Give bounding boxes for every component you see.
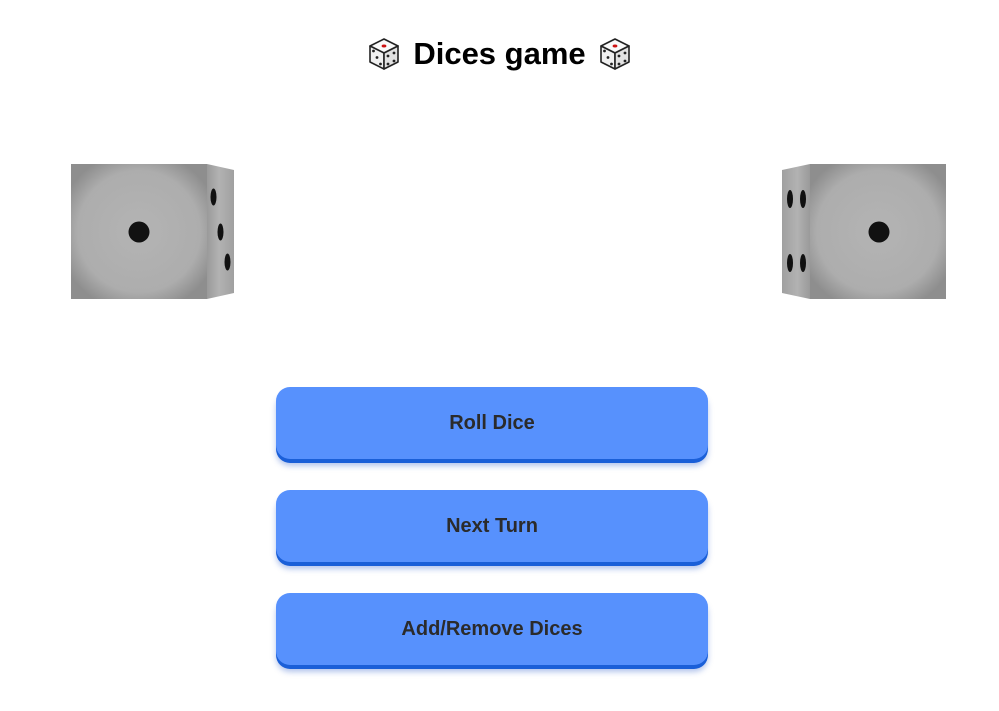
- next-turn-button[interactable]: Next Turn: [276, 490, 708, 562]
- die-pip: [128, 221, 150, 243]
- die-pip: [787, 190, 793, 208]
- die-pip: [868, 221, 890, 243]
- die-pip: [210, 188, 217, 206]
- page-title-text: Dices game: [413, 36, 586, 71]
- roll-dice-button[interactable]: Roll Dice: [276, 387, 708, 459]
- page-title: Dices game: [0, 30, 999, 78]
- die-pip: [800, 190, 806, 208]
- die-icon: [598, 37, 632, 71]
- game-page: Dices game Roll Dice Next Turn Add/Remov…: [0, 0, 999, 711]
- die-icon: [367, 37, 401, 71]
- die-pip: [787, 254, 793, 272]
- die-pip: [224, 253, 231, 271]
- die-pip: [217, 223, 224, 241]
- add-remove-dices-button[interactable]: Add/Remove Dices: [276, 593, 708, 665]
- die-side-face: [782, 164, 810, 299]
- die-1[interactable]: [70, 164, 234, 300]
- die-pip: [800, 254, 806, 272]
- die-2[interactable]: [782, 164, 946, 300]
